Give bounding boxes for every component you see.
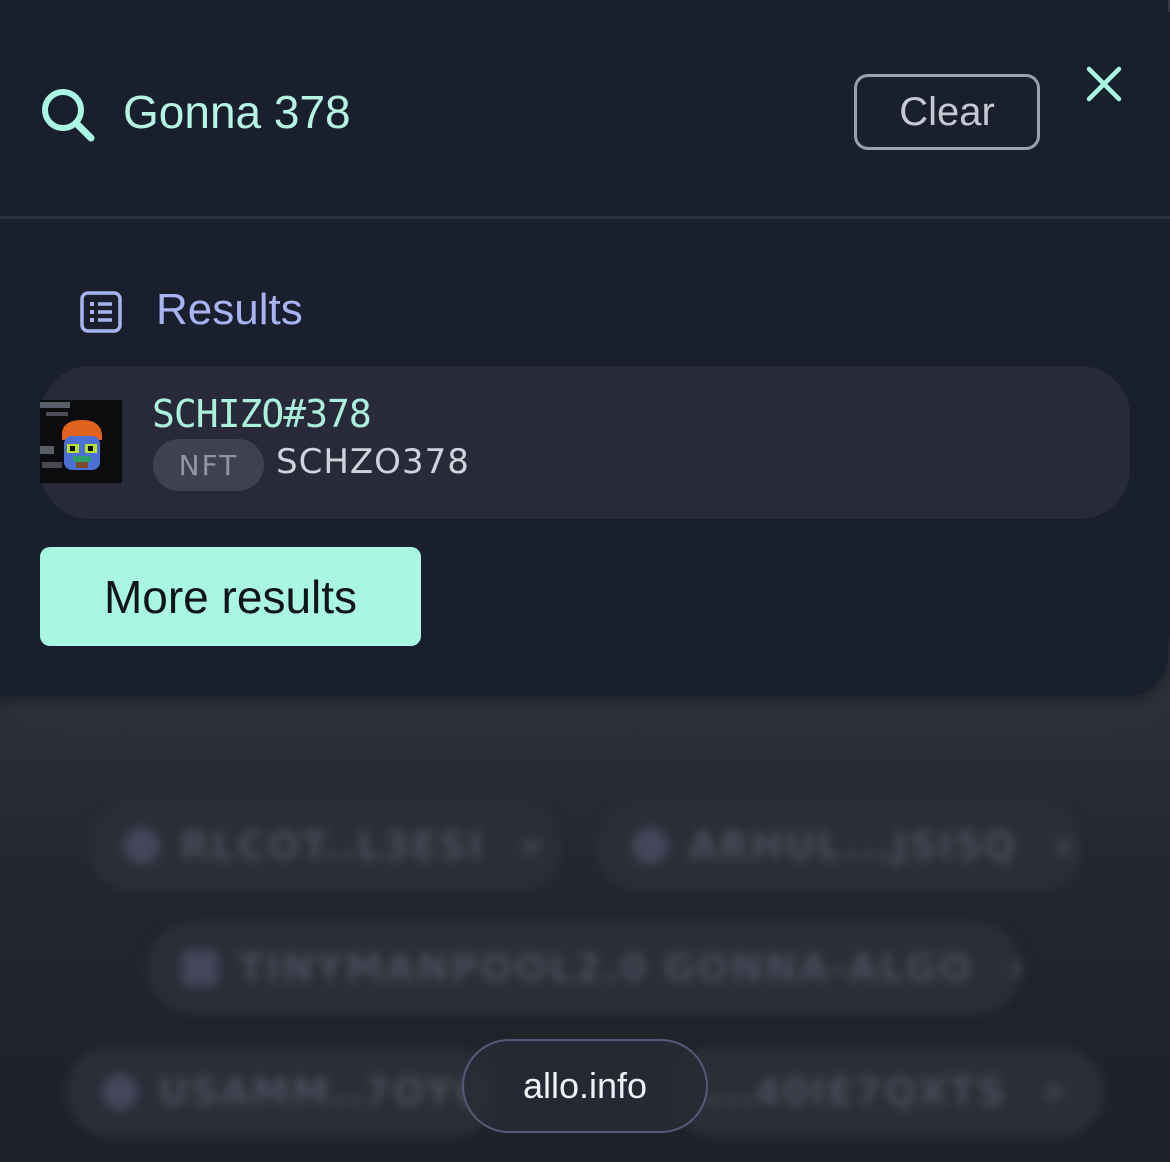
remove-icon: × xyxy=(1051,828,1079,864)
remove-icon: × xyxy=(518,828,546,864)
remove-icon: × xyxy=(1007,950,1022,986)
background-chip: RLCOT..L3ESI × xyxy=(88,800,562,892)
close-icon[interactable] xyxy=(1084,64,1124,104)
search-input[interactable]: Gonna 378 xyxy=(123,82,351,142)
site-badge[interactable]: allo.info xyxy=(462,1039,708,1133)
remove-icon: × xyxy=(1040,1074,1068,1110)
account-icon xyxy=(124,828,160,864)
result-name: SCHIZO#378 xyxy=(152,392,372,436)
document-icon xyxy=(182,950,218,986)
results-heading: Results xyxy=(156,285,303,334)
search-icon xyxy=(42,89,95,142)
result-code: SCHZO378 xyxy=(276,442,470,482)
account-icon xyxy=(102,1074,138,1110)
account-icon xyxy=(632,828,668,864)
background-chip: TINYMANPOOL2.0 GONNA-ALGO × xyxy=(146,922,1022,1014)
background-chip: ...40IE7QXTS × xyxy=(672,1046,1104,1138)
more-results-button[interactable]: More results xyxy=(40,547,421,646)
background-chip: USAMM..7OYQ xyxy=(66,1046,496,1138)
background-chip: ARHUL...JSI5Q × xyxy=(596,800,1082,892)
list-icon xyxy=(80,291,122,333)
nft-thumbnail xyxy=(40,400,122,483)
asset-type-badge: NFT xyxy=(153,439,264,491)
clear-button[interactable]: Clear xyxy=(854,74,1040,150)
divider xyxy=(0,216,1170,219)
